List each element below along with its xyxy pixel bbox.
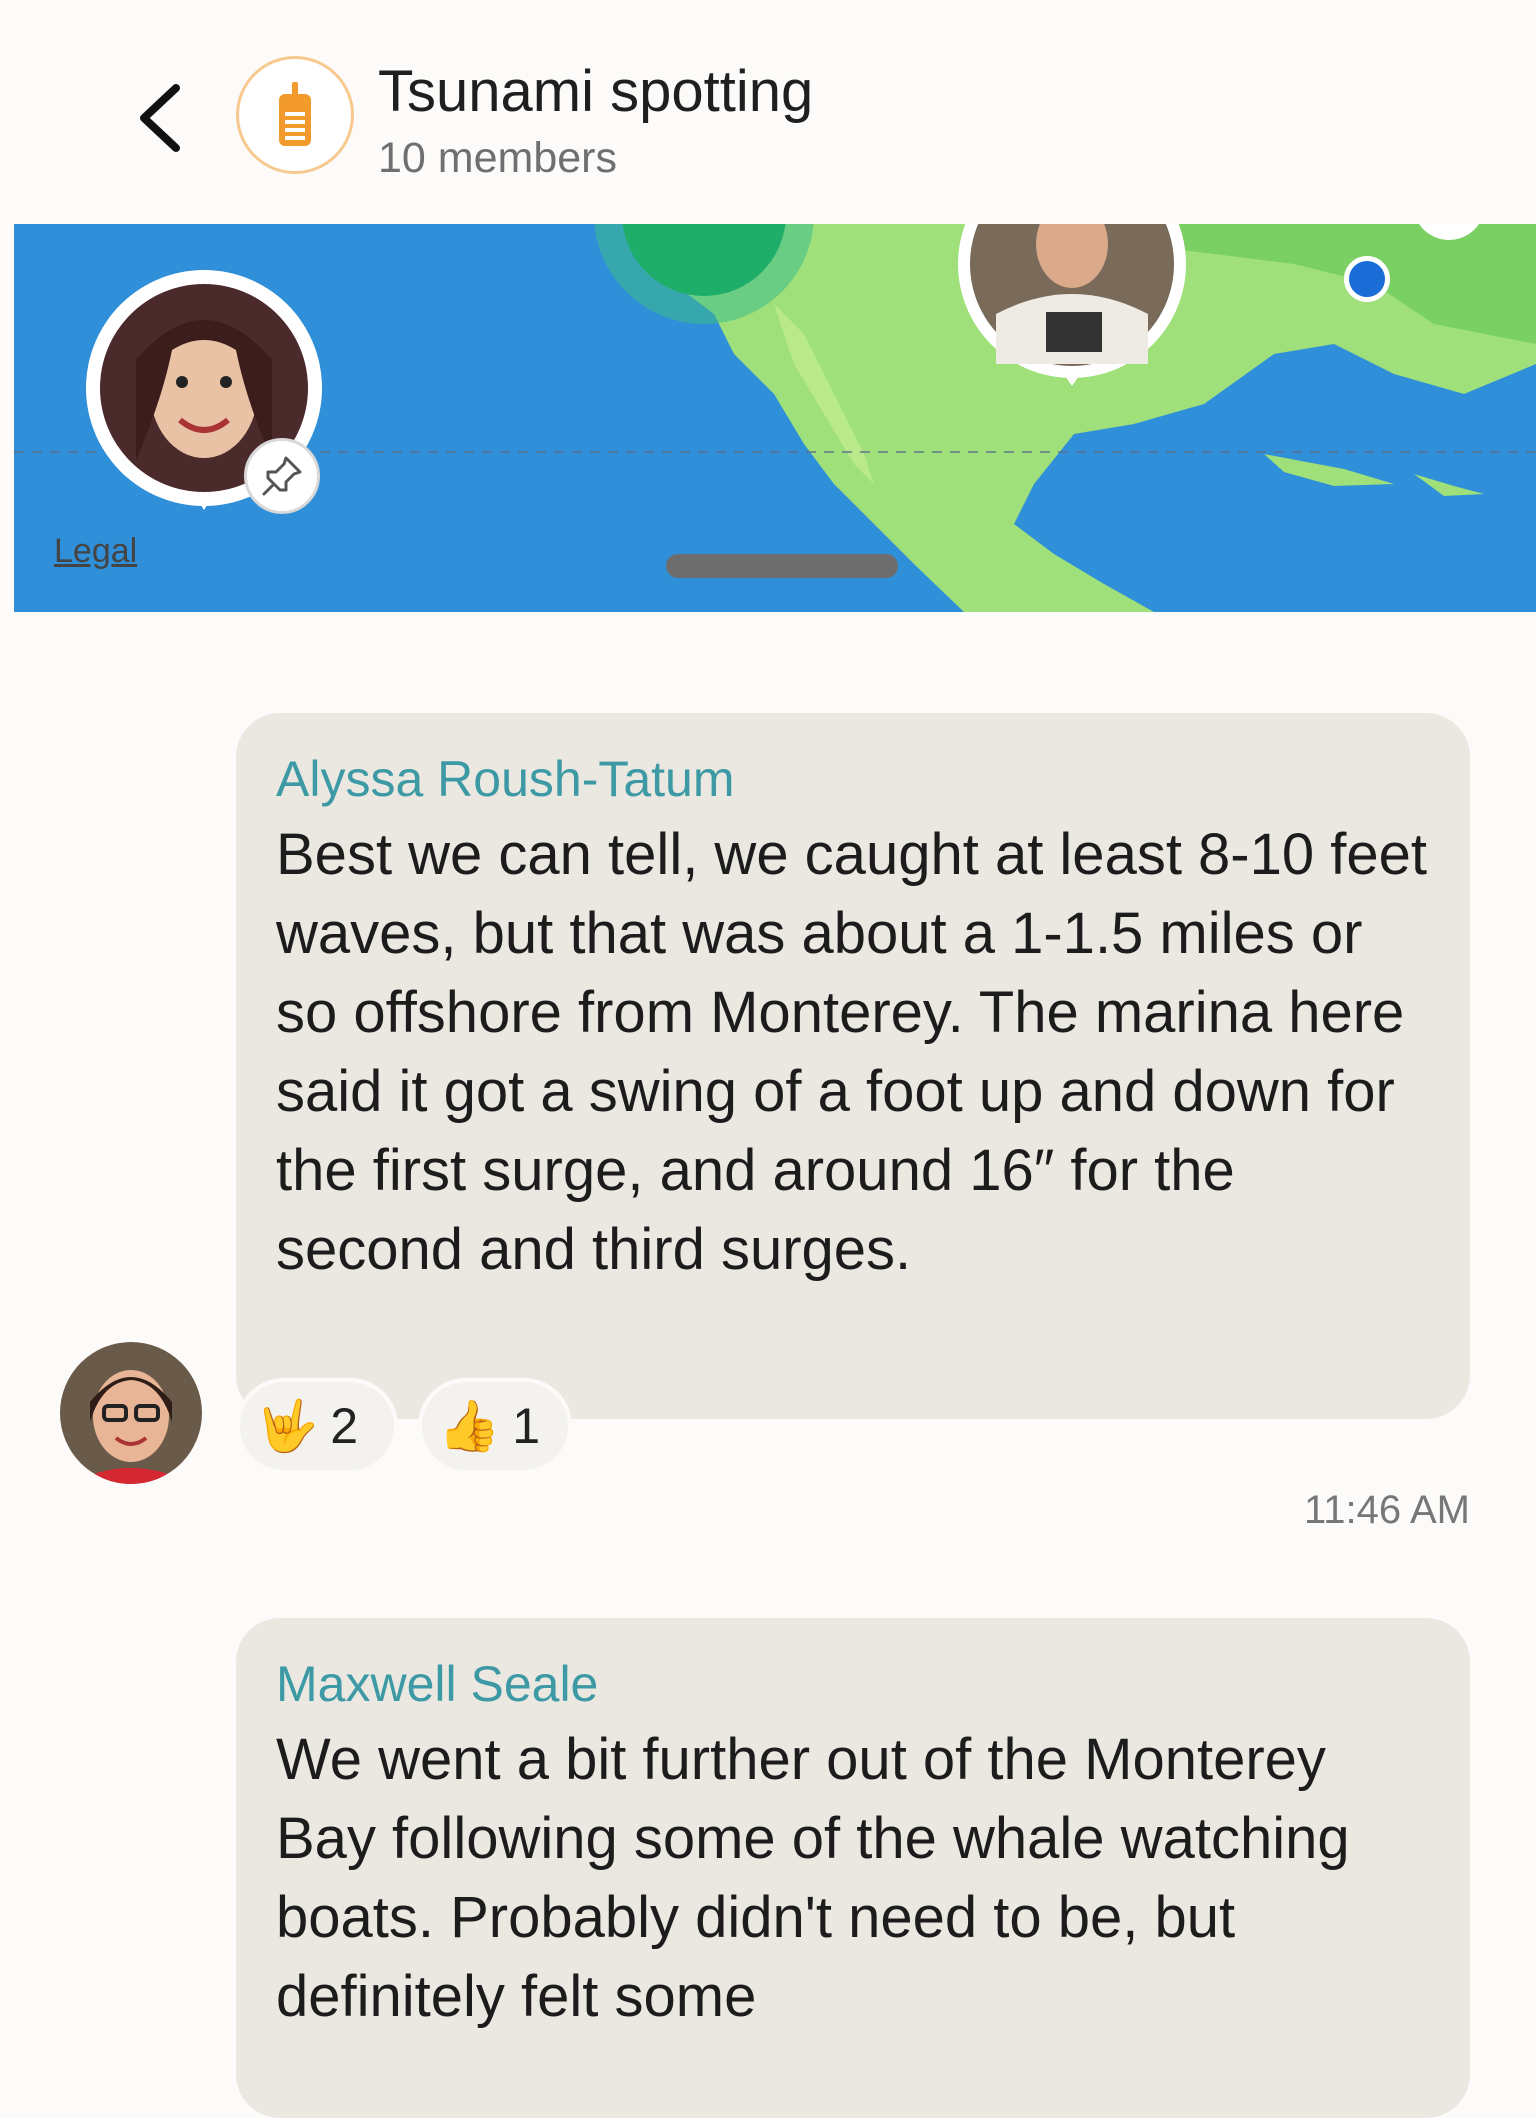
chevron-left-icon: [140, 84, 180, 152]
message-bubble[interactable]: Alyssa Roush-Tatum Best we can tell, we …: [236, 713, 1470, 1419]
message-timestamp: 11:46 AM: [1303, 1488, 1470, 1532]
map-drag-handle[interactable]: [666, 554, 898, 578]
chat-title[interactable]: Tsunami spotting: [378, 58, 813, 125]
sender-avatar[interactable]: [60, 1342, 202, 1484]
chat-header: Tsunami spotting 10 members: [0, 0, 1536, 222]
thumbs-up-icon: 👍: [438, 1397, 501, 1454]
current-location-dot[interactable]: [1344, 256, 1390, 302]
member-avatar: [60, 1342, 202, 1484]
reaction-thumbs-up[interactable]: 👍 1: [418, 1378, 572, 1474]
message-text: Best we can tell, we caught at least 8-1…: [276, 822, 1427, 1282]
pinned-badge: [244, 438, 320, 514]
group-avatar[interactable]: [236, 56, 354, 174]
member-count[interactable]: 10 members: [378, 134, 617, 183]
message-sender[interactable]: Maxwell Seale: [276, 1654, 1430, 1714]
pin-icon: [262, 456, 302, 496]
back-button[interactable]: [128, 78, 198, 158]
member-map[interactable]: Legal: [14, 224, 1536, 612]
message-bubble[interactable]: Maxwell Seale We went a bit further out …: [236, 1618, 1470, 2118]
love-you-hand-icon: 🤟: [256, 1397, 319, 1454]
message-text: We went a bit further out of the Montere…: [276, 1727, 1350, 2029]
member-pin-center[interactable]: [956, 224, 1188, 409]
member-avatar: [958, 224, 1186, 386]
reaction-count: 2: [330, 1398, 359, 1454]
reaction-love-you[interactable]: 🤟 2: [236, 1378, 398, 1474]
map-legal-link[interactable]: Legal: [54, 532, 137, 571]
reaction-count: 1: [512, 1398, 541, 1454]
message-sender[interactable]: Alyssa Roush-Tatum: [276, 749, 1430, 809]
walkie-talkie-icon: [279, 82, 311, 146]
